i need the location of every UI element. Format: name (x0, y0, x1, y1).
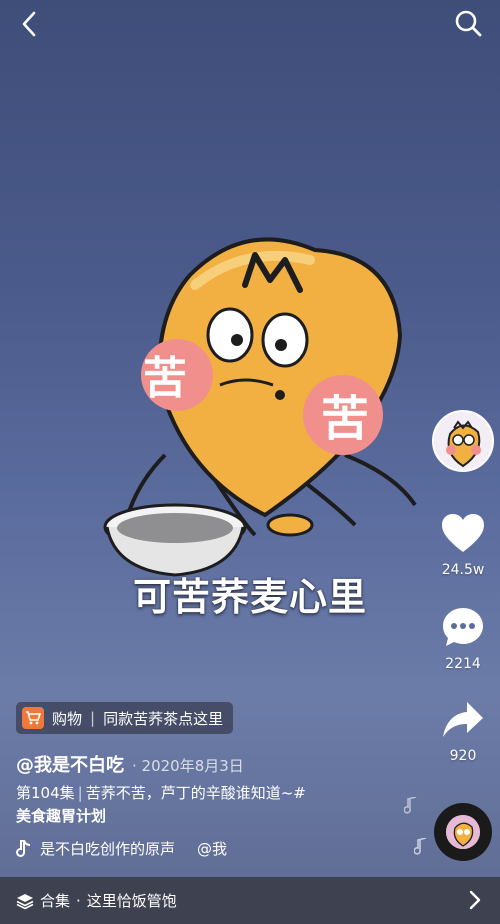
search-icon (455, 10, 482, 37)
back-arrow-icon (22, 11, 36, 37)
floating-note-icon (404, 797, 417, 814)
like-button[interactable]: 24.5w (423, 512, 500, 578)
comment-count: 2214 (445, 656, 481, 672)
share-count: 920 (449, 748, 477, 764)
author-line: @我是不白吃 · 2020年8月3日 (16, 751, 244, 777)
video-illustration[interactable]: 苦 苦 (95, 225, 435, 595)
description-divider: | (77, 784, 83, 802)
shopping-label: 购物 (52, 709, 83, 728)
avatar-character-icon (434, 412, 492, 470)
episode-label: 第104集 (16, 784, 75, 802)
shopping-tag[interactable]: 购物 | 同款苦荞茶点这里 (16, 702, 234, 734)
floating-note-icon-2 (414, 838, 427, 855)
left-cheek-text: 苦 (143, 353, 187, 404)
share-arrow-icon (443, 702, 483, 737)
disc-cover-icon (446, 815, 480, 849)
collection-dot: · (76, 891, 81, 910)
heart-icon (442, 514, 484, 552)
comment-button[interactable]: 2214 (423, 606, 500, 672)
collection-layers-icon (16, 893, 34, 909)
music-disc[interactable] (434, 803, 492, 861)
comment-bubble-icon (443, 608, 483, 646)
share-button[interactable]: 920 (423, 700, 500, 764)
collection-name: 这里恰饭管饱 (86, 892, 177, 910)
shopping-divider: | (90, 709, 96, 727)
video-description: 第104集 | 苦荞不苦，芦丁的辛酸谁知道~# 美食趣胃计划 (16, 782, 396, 828)
collection-bar[interactable]: 合集 · 这里恰饭管饱 (0, 877, 500, 924)
post-date: · 2020年8月3日 (132, 757, 244, 775)
right-cheek-text: 苦 (321, 391, 369, 447)
music-title: 是不白吃创作的原声 (40, 840, 176, 858)
back-button[interactable] (14, 8, 46, 40)
music-line[interactable]: 是不白吃创作的原声 @我 (16, 838, 227, 859)
search-button[interactable] (452, 8, 484, 40)
shopping-text: 同款苦荞茶点这里 (103, 709, 224, 728)
like-count: 24.5w (441, 562, 485, 578)
music-note-icon (16, 839, 31, 857)
buckwheat-character-illustration: 苦 苦 (103, 237, 417, 577)
creator-avatar[interactable] (432, 410, 494, 472)
music-mention: @我 (197, 840, 228, 858)
chevron-right-icon (469, 890, 481, 910)
description-text: 苦荞不苦，芦丁的辛酸谁知道~# (85, 784, 306, 802)
shopping-cart-icon (22, 707, 44, 729)
hashtag-link[interactable]: 美食趣胃计划 (16, 807, 106, 825)
author-handle[interactable]: @我是不白吃 (16, 755, 124, 776)
collection-label: 合集 (40, 892, 71, 910)
